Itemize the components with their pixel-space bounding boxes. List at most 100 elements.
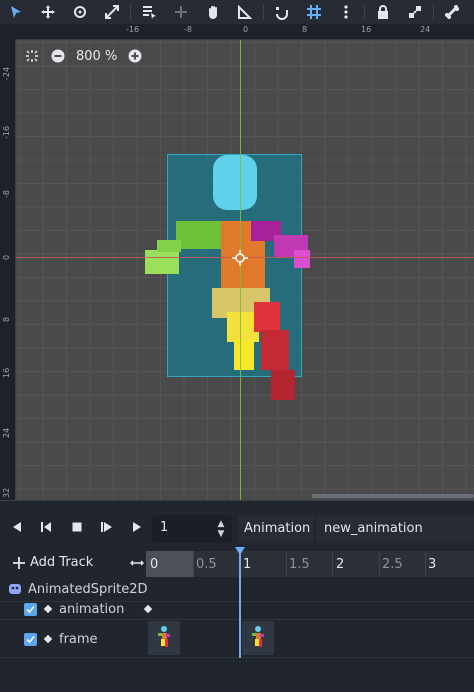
keyframe-thumbnail[interactable] xyxy=(242,621,274,655)
stop-icon xyxy=(72,522,82,532)
select-icon xyxy=(11,6,21,18)
play-from-start-icon xyxy=(101,522,112,532)
track-label: frame xyxy=(59,631,98,647)
y-axis-line xyxy=(240,40,241,500)
move-icon xyxy=(41,5,55,19)
playhead[interactable] xyxy=(239,550,241,658)
zoom-in-button[interactable] xyxy=(127,48,143,64)
play-backwards-from-end-button[interactable] xyxy=(32,513,62,541)
ruler-tool-button[interactable] xyxy=(229,0,261,24)
smart-snap-button[interactable] xyxy=(266,0,298,24)
toolbar-separator xyxy=(263,4,264,20)
play-backwards-button[interactable] xyxy=(2,513,32,541)
more-options-button[interactable] xyxy=(330,0,362,24)
ruler-label: 16 xyxy=(361,25,372,34)
animated-sprite-icon xyxy=(9,584,21,594)
pan-icon xyxy=(209,6,217,19)
pivot-marker-icon[interactable] xyxy=(232,250,248,266)
ruler-icon xyxy=(238,4,253,19)
list-select-icon xyxy=(143,6,156,19)
row-separator xyxy=(0,657,474,658)
bone-icon xyxy=(445,5,459,19)
group-icon xyxy=(409,6,421,18)
play-button[interactable] xyxy=(122,513,152,541)
track-row-frame[interactable]: frame xyxy=(0,629,474,649)
scale-tool-button[interactable] xyxy=(96,0,128,24)
play-icon xyxy=(133,522,141,532)
track-enabled-checkbox[interactable] xyxy=(24,632,37,646)
grid-snap-button[interactable] xyxy=(298,0,330,24)
timeline-tick xyxy=(286,551,287,577)
timeline-label: 1 xyxy=(243,557,252,572)
check-icon xyxy=(26,635,35,643)
sprite-leg-right-mid xyxy=(261,330,289,370)
select-tool-button[interactable] xyxy=(0,0,32,24)
more-icon xyxy=(344,5,348,19)
zoom-level-label[interactable]: 800 % xyxy=(76,49,117,64)
scale-icon xyxy=(105,5,119,19)
timeline-label: 1.5 xyxy=(289,557,310,572)
ruler-label: -8 xyxy=(184,25,192,34)
ruler-horizontal: -16 -8 0 8 16 24 xyxy=(16,24,474,40)
ruler-vertical: -24 -16 -8 0 8 16 24 32 xyxy=(0,40,16,500)
animation-selector[interactable]: new_animation xyxy=(316,515,474,543)
sprite-hand-left xyxy=(145,250,179,274)
track-enabled-checkbox[interactable] xyxy=(24,602,37,616)
group-button[interactable] xyxy=(399,0,431,24)
pivot-tool-button[interactable] xyxy=(165,0,197,24)
rotate-tool-button[interactable] xyxy=(64,0,96,24)
pivot-icon xyxy=(175,6,187,18)
sprite-forearm-left xyxy=(157,240,181,252)
ruler-label: -16 xyxy=(2,125,11,139)
pan-tool-button[interactable] xyxy=(197,0,229,24)
track-row-animation[interactable]: animation xyxy=(0,599,474,619)
timeline-tick xyxy=(332,551,333,577)
timeline-ruler[interactable]: 0 0.5 1 1.5 2 2.5 3 xyxy=(146,551,474,577)
lock-icon xyxy=(378,5,388,19)
sprite-thumbnail-icon xyxy=(252,626,264,647)
ruler-label: 24 xyxy=(2,427,11,438)
ruler-label: 32 xyxy=(2,487,11,498)
ruler-label: -16 xyxy=(126,25,140,34)
play-backwards-icon xyxy=(13,522,21,532)
frame-spinbox[interactable]: 1 ▲ ▼ xyxy=(152,515,232,543)
timeline-tick xyxy=(379,551,380,577)
zoom-out-icon xyxy=(51,49,65,63)
sprite-arm-left xyxy=(176,221,226,249)
ruler-label: -8 xyxy=(2,190,11,198)
play-from-start-button[interactable] xyxy=(92,513,122,541)
add-track-button[interactable]: Add Track xyxy=(12,555,93,570)
timeline-label: 0 xyxy=(150,557,159,572)
smart-snap-icon xyxy=(276,7,288,20)
ruler-label: 0 xyxy=(243,25,249,34)
horizontal-scrollbar[interactable] xyxy=(312,494,474,498)
sprite-leg-right-upper xyxy=(254,302,280,332)
timeline-fit-icon[interactable] xyxy=(130,556,144,570)
editor-toolbar xyxy=(0,0,474,24)
center-view-icon xyxy=(26,50,38,62)
spin-arrows-icon[interactable]: ▲ ▼ xyxy=(214,519,228,539)
lock-button[interactable] xyxy=(367,0,399,24)
canvas-viewport[interactable]: 800 % xyxy=(16,40,474,500)
play-backwards-from-end-icon xyxy=(41,522,51,532)
track-type-diamond-icon xyxy=(43,634,53,644)
add-track-label: Add Track xyxy=(30,555,94,570)
sprite-hand-right xyxy=(294,250,310,268)
list-select-button[interactable] xyxy=(133,0,165,24)
zoom-out-button[interactable] xyxy=(50,48,66,64)
sprite-thumbnail-icon xyxy=(158,626,170,647)
ruler-corner xyxy=(0,24,16,40)
plus-icon xyxy=(13,556,25,569)
move-tool-button[interactable] xyxy=(32,0,64,24)
center-view-button[interactable] xyxy=(24,48,40,64)
bone-button[interactable] xyxy=(436,0,468,24)
check-icon xyxy=(26,605,35,613)
ruler-label: 0 xyxy=(2,254,11,260)
timeline-label: 2.5 xyxy=(382,557,403,572)
node-row[interactable]: AnimatedSprite2D xyxy=(0,579,474,599)
zoom-controls: 800 % xyxy=(24,48,143,64)
ruler-label: -24 xyxy=(2,66,11,80)
stop-button[interactable] xyxy=(62,513,92,541)
keyframe-thumbnail[interactable] xyxy=(148,621,180,655)
toolbar-separator xyxy=(130,4,131,20)
